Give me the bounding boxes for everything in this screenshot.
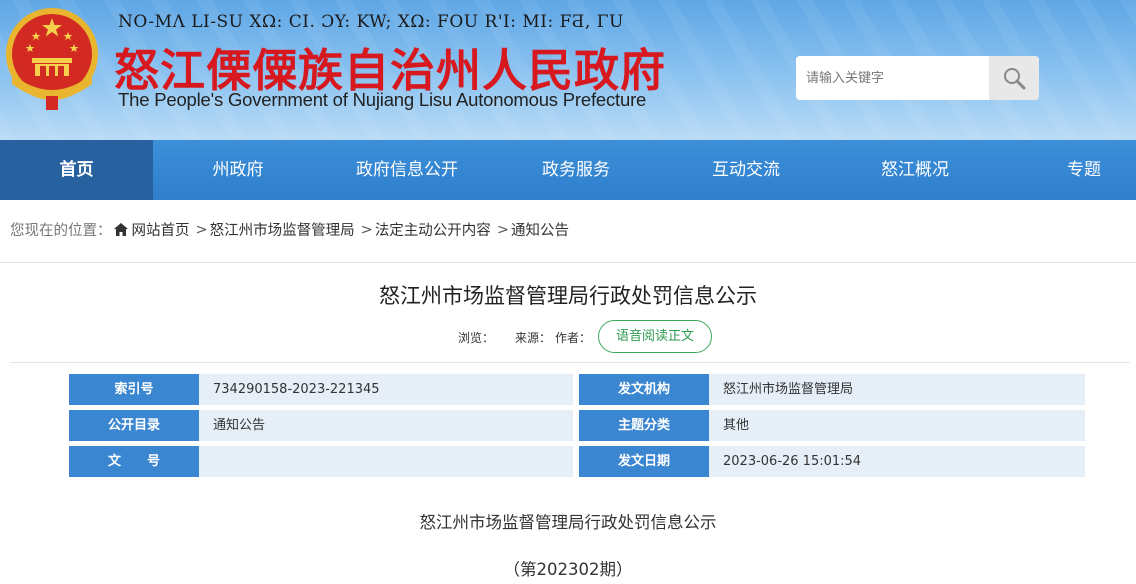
body-heading: 怒江州市场监督管理局行政处罚信息公示: [419, 513, 717, 532]
source-label: 来源：: [515, 331, 552, 345]
author-label: 作者：: [555, 331, 592, 345]
breadcrumb-separator: >: [496, 221, 509, 238]
breadcrumb-separator: >: [195, 221, 208, 238]
main-navigation: 首页 州政府 政府信息公开 政务服务 互动交流 怒江概况 专题: [0, 140, 1136, 200]
nav-item-interaction[interactable]: 互动交流: [661, 140, 831, 200]
home-icon: [113, 223, 128, 236]
national-emblem-icon: [6, 8, 98, 110]
breadcrumb-separator: >: [360, 221, 373, 238]
site-header: NO-MΛ LI-SU XΩ: CI. ƆY: KW; XΩ: FOU R'I:…: [0, 0, 1136, 140]
breadcrumb-prefix: 您现在的位置：: [10, 223, 112, 239]
site-title-en: The People's Government of Nujiang Lisu …: [118, 89, 647, 110]
index-number-label: 索引号: [69, 374, 199, 405]
index-number-value: 734290158-2023-221345: [199, 374, 573, 405]
voice-read-button[interactable]: 语音阅读正文: [598, 320, 712, 353]
divider: [0, 262, 1136, 263]
search-button[interactable]: [989, 56, 1039, 100]
nav-item-special-topics[interactable]: 专题: [999, 140, 1136, 200]
topic-category-value: 其他: [709, 410, 1085, 441]
issue-date-value: 2023-06-26 15:01:54: [709, 446, 1085, 477]
document-number-value: [199, 446, 573, 477]
topic-category-label: 主题分类: [579, 410, 709, 441]
issue-date-label: 发文日期: [579, 446, 709, 477]
breadcrumb-link-notices[interactable]: 通知公告: [511, 219, 569, 240]
document-number-label: 文 号: [69, 446, 199, 477]
issuing-agency-value: 怒江州市场监督管理局: [709, 374, 1085, 405]
issuing-agency-label: 发文机构: [579, 374, 709, 405]
lisu-script-title: NO-MΛ LI-SU XΩ: CI. ƆY: KW; XΩ: FOU R'I:…: [118, 12, 624, 32]
magnifier-icon: [1004, 68, 1026, 90]
views-label: 浏览：: [458, 331, 495, 345]
divider: [10, 362, 1130, 363]
nav-item-prefecture-government[interactable]: 州政府: [153, 140, 323, 200]
public-catalog-value: 通知公告: [199, 410, 573, 441]
breadcrumb: 您现在的位置： 网站首页 > 怒江州市场监督管理局 > 法定主动公开内容 > 通…: [10, 219, 569, 240]
public-catalog-label: 公开目录: [69, 410, 199, 441]
breadcrumb-link-home[interactable]: 网站首页: [132, 219, 190, 240]
search-box: [796, 56, 1039, 100]
issue-number: （第202302期）: [503, 560, 633, 579]
breadcrumb-link-department[interactable]: 怒江州市场监督管理局: [210, 219, 355, 240]
search-input[interactable]: [796, 56, 989, 100]
nav-item-government-services[interactable]: 政务服务: [491, 140, 661, 200]
nav-item-nujiang-overview[interactable]: 怒江概况: [831, 140, 999, 200]
article-title: 怒江州市场监督管理局行政处罚信息公示: [379, 284, 757, 308]
nav-item-info-disclosure[interactable]: 政府信息公开: [323, 140, 491, 200]
nav-item-home[interactable]: 首页: [0, 140, 153, 200]
breadcrumb-link-disclosure[interactable]: 法定主动公开内容: [375, 219, 491, 240]
